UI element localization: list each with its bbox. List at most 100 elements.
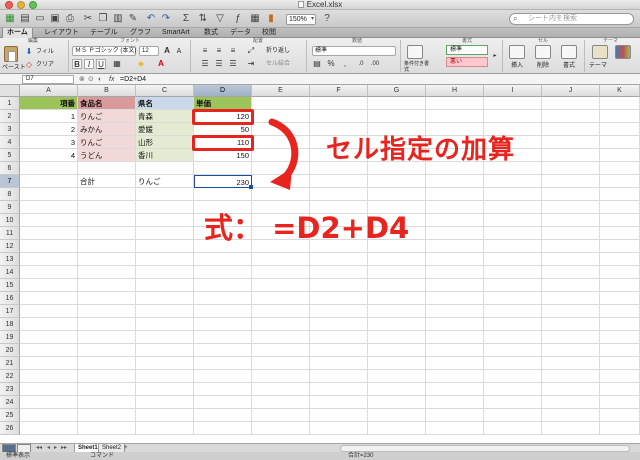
cell-h22[interactable]	[426, 370, 484, 383]
copy-icon[interactable]: ❐	[97, 12, 109, 25]
row-header-10[interactable]: 10	[0, 214, 20, 227]
row-header-22[interactable]: 22	[0, 370, 20, 383]
sidebar-toggle-icon[interactable]: ▮	[265, 12, 277, 25]
cell-k5[interactable]	[600, 149, 640, 162]
cell-i20[interactable]	[484, 344, 542, 357]
align-top-icon[interactable]: ≡	[200, 46, 210, 56]
undo-icon[interactable]: ↶	[145, 12, 157, 25]
cell-c19[interactable]	[136, 331, 194, 344]
cell-b8[interactable]	[78, 188, 136, 201]
row-header-12[interactable]: 12	[0, 240, 20, 253]
delete-cells-icon[interactable]	[535, 45, 551, 59]
cell-i22[interactable]	[484, 370, 542, 383]
cell-h1[interactable]	[426, 97, 484, 110]
column-header-h[interactable]: H	[426, 85, 484, 97]
cell-e17[interactable]	[252, 305, 310, 318]
row-header-13[interactable]: 13	[0, 253, 20, 266]
paste-big-icon[interactable]	[4, 46, 18, 62]
new-workbook-icon[interactable]: ▦	[4, 12, 16, 25]
cell-a5[interactable]: 4	[20, 149, 78, 162]
horizontal-scrollbar[interactable]	[340, 445, 630, 452]
cell-a1[interactable]: 項番	[20, 97, 78, 110]
cell-d24[interactable]	[194, 396, 252, 409]
cell-j6[interactable]	[542, 162, 600, 175]
cell-d17[interactable]	[194, 305, 252, 318]
cell-i19[interactable]	[484, 331, 542, 344]
cell-b2[interactable]: りんご	[78, 110, 136, 123]
cell-k15[interactable]	[600, 279, 640, 292]
cell-f15[interactable]	[310, 279, 368, 292]
cell-h8[interactable]	[426, 188, 484, 201]
cell-f22[interactable]	[310, 370, 368, 383]
save-icon[interactable]: ▣	[49, 12, 61, 25]
cell-b16[interactable]	[78, 292, 136, 305]
paste-label[interactable]: ペースト	[2, 64, 26, 72]
cell-g19[interactable]	[368, 331, 426, 344]
cell-j22[interactable]	[542, 370, 600, 383]
cell-a17[interactable]	[20, 305, 78, 318]
cell-i26[interactable]	[484, 422, 542, 435]
cell-d23[interactable]	[194, 383, 252, 396]
cell-j5[interactable]	[542, 149, 600, 162]
fx-icon[interactable]: fx	[109, 74, 114, 85]
cell-c22[interactable]	[136, 370, 194, 383]
row-header-1[interactable]: 1	[0, 97, 20, 110]
cell-h23[interactable]	[426, 383, 484, 396]
sheet-search-input[interactable]: ⌕ シート内を検索	[509, 13, 634, 25]
cell-c23[interactable]	[136, 383, 194, 396]
cut-icon[interactable]: ✂	[82, 12, 94, 25]
cell-k25[interactable]	[600, 409, 640, 422]
cell-h14[interactable]	[426, 266, 484, 279]
cell-k8[interactable]	[600, 188, 640, 201]
cell-d26[interactable]	[194, 422, 252, 435]
cell-c5[interactable]: 香川	[136, 149, 194, 162]
font-grow-icon[interactable]: A	[162, 46, 172, 56]
cell-c11[interactable]	[136, 227, 194, 240]
accounting-icon[interactable]: ▤	[312, 59, 322, 69]
cell-c25[interactable]	[136, 409, 194, 422]
cell-d19[interactable]	[194, 331, 252, 344]
underline-button[interactable]: U	[96, 59, 106, 69]
cell-g23[interactable]	[368, 383, 426, 396]
row-header-6[interactable]: 6	[0, 162, 20, 175]
cell-c4[interactable]: 山形	[136, 136, 194, 149]
text-orientation-icon[interactable]: ⤢	[246, 46, 256, 56]
cell-k10[interactable]	[600, 214, 640, 227]
cell-h15[interactable]	[426, 279, 484, 292]
cell-b11[interactable]	[78, 227, 136, 240]
themes-icon[interactable]	[592, 45, 608, 59]
align-bottom-icon[interactable]: ≡	[228, 46, 238, 56]
comma-icon[interactable]: ,	[340, 59, 350, 69]
cell-e23[interactable]	[252, 383, 310, 396]
cell-g13[interactable]	[368, 253, 426, 266]
cell-i24[interactable]	[484, 396, 542, 409]
cell-f17[interactable]	[310, 305, 368, 318]
gallery-icon[interactable]: ▦	[249, 12, 261, 25]
cell-a6[interactable]	[20, 162, 78, 175]
paste-icon[interactable]: ▥	[112, 12, 124, 25]
cell-d18[interactable]	[194, 318, 252, 331]
cell-j23[interactable]	[542, 383, 600, 396]
align-center-icon[interactable]: ☰	[214, 59, 224, 69]
row-header-21[interactable]: 21	[0, 357, 20, 370]
tab-charts[interactable]: グラフ	[126, 28, 155, 38]
cell-d16[interactable]	[194, 292, 252, 305]
cell-f1[interactable]	[310, 97, 368, 110]
cell-k16[interactable]	[600, 292, 640, 305]
style-bad-tile[interactable]: 悪い	[446, 57, 488, 67]
cell-d20[interactable]	[194, 344, 252, 357]
fill-color-icon[interactable]: ◈	[136, 59, 146, 69]
cell-d7[interactable]: 230	[194, 175, 252, 188]
column-header-c[interactable]: C	[136, 85, 194, 97]
cell-c8[interactable]	[136, 188, 194, 201]
cell-b25[interactable]	[78, 409, 136, 422]
insert-function-icon[interactable]: ◐	[98, 74, 102, 85]
cell-f2[interactable]	[310, 110, 368, 123]
cell-j19[interactable]	[542, 331, 600, 344]
cell-c7[interactable]: りんご	[136, 175, 194, 188]
cell-b23[interactable]	[78, 383, 136, 396]
row-header-16[interactable]: 16	[0, 292, 20, 305]
cell-k4[interactable]	[600, 136, 640, 149]
cell-h20[interactable]	[426, 344, 484, 357]
cell-i7[interactable]	[484, 175, 542, 188]
